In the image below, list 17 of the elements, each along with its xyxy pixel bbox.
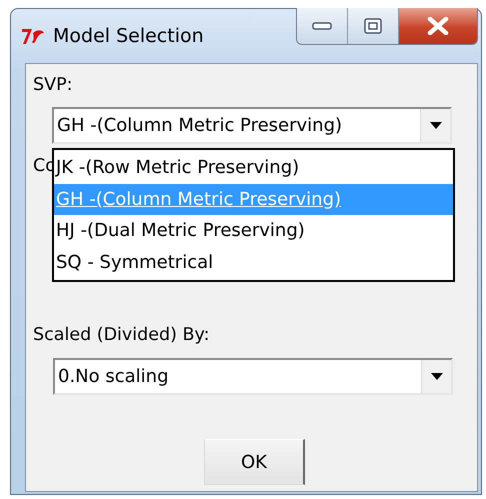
dropdown-option[interactable]: JK -(Row Metric Preserving) <box>54 152 453 184</box>
minimize-icon[interactable] <box>312 22 332 30</box>
dropdown-field[interactable]: 0.No scaling <box>53 358 453 395</box>
caret-down-icon <box>430 373 442 380</box>
field-label: Scaled (Divided) By: <box>33 324 210 347</box>
dropdown-button[interactable] <box>421 360 451 393</box>
ok-button[interactable]: OK <box>204 439 305 485</box>
feather-logo-icon <box>21 27 45 45</box>
dropdown-option[interactable]: HJ -(Dual Metric Preserving) <box>54 215 453 246</box>
window-title: Model Selection <box>53 25 204 47</box>
field-label: SVP: <box>33 74 74 97</box>
dropdown-option[interactable]: SQ - Symmetrical <box>54 246 453 278</box>
caret-down-icon <box>430 122 442 129</box>
dropdown-button[interactable] <box>420 109 450 142</box>
maximize-icon[interactable] <box>364 18 382 34</box>
close-icon[interactable] <box>427 17 449 35</box>
dropdown-field[interactable]: GH -(Column Metric Preserving) <box>52 107 452 144</box>
